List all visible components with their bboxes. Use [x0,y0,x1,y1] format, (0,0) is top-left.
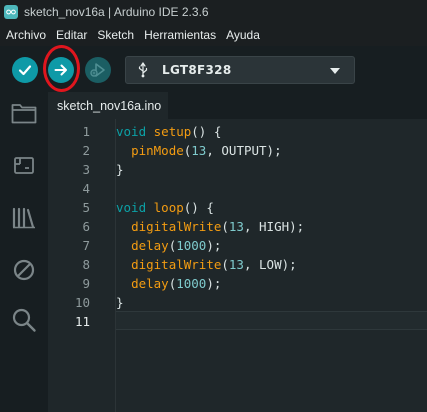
search-icon [12,308,36,332]
debug-panel-button[interactable] [8,254,40,286]
code-line: 4 [48,179,427,198]
board-name: LGT8F328 [162,63,232,77]
line-number: 5 [82,200,90,215]
code-text: } [116,295,124,310]
code-text: } [116,162,124,177]
code-text: digitalWrite(13, LOW); [116,257,297,272]
code-line: 11 [48,312,427,331]
code-token: ); [206,276,222,291]
code-token: 1000 [176,238,207,253]
code-line: 8 digitalWrite(13, LOW); [48,255,427,274]
code-token: } [116,162,124,177]
menu-editar[interactable]: Editar [51,28,92,42]
code-token: pinMode [131,143,184,158]
code-token: () { [191,124,222,139]
tab-sketch-file[interactable]: sketch_nov16a.ino [48,92,168,119]
tab-label: sketch_nov16a.ino [57,98,162,113]
board-manager-button[interactable] [8,149,40,181]
code-token: ); [206,238,222,253]
code-token: delay [131,238,169,253]
code-token: setup [153,124,192,139]
folder-icon [11,104,37,124]
code-token: digitalWrite [131,257,222,272]
sketchbook-button[interactable] [8,97,40,129]
code-token: () { [183,200,214,215]
line-number: 10 [74,295,90,310]
code-line: 1 void setup() { [48,122,427,141]
line-number: 4 [82,181,90,196]
window-title: sketch_nov16a | Arduino IDE 2.3.6 [24,5,209,19]
code-token: } [116,295,124,310]
chevron-down-icon [330,68,340,74]
code-text: delay(1000); [116,238,221,253]
title-bar: sketch_nov16a | Arduino IDE 2.3.6 [0,0,427,24]
menu-bar: Archivo Editar Sketch Herramientas Ayuda [0,24,427,46]
code-token: 1000 [176,276,207,291]
code-editor[interactable]: 1 void setup() {2 pinMode(13, OUTPUT); 3} 4… [48,119,427,412]
code-line: 9 delay(1000); [48,274,427,293]
check-icon [18,65,32,76]
line-number: 3 [82,162,90,177]
code-line: 2 pinMode(13, OUTPUT); [48,141,427,160]
library-manager-button[interactable] [8,202,40,234]
code-token: void [116,200,147,215]
library-icon [12,207,35,229]
code-text: digitalWrite(13, HIGH); [116,219,304,234]
code-token: digitalWrite [131,219,222,234]
upload-highlight-annotation [43,45,80,92]
line-number: 11 [74,314,90,329]
menu-herramientas[interactable]: Herramientas [139,28,221,42]
line-number: 7 [82,238,90,253]
code-token: , OUTPUT); [206,143,282,158]
code-text: pinMode(13, OUTPUT); [116,143,282,158]
line-number: 1 [82,124,90,139]
code-line: 6 digitalWrite(13, HIGH); [48,217,427,236]
debug-disabled-icon [13,259,35,281]
code-text: void loop() { [116,200,214,215]
code-token: delay [131,276,169,291]
code-token: 13 [191,143,207,158]
line-number: 6 [82,219,90,234]
usb-icon [138,62,148,78]
line-number: 2 [82,143,90,158]
code-token: loop [153,200,184,215]
code-text: delay(1000); [116,276,221,291]
code-line: 5 void loop() { [48,198,427,217]
board-selector[interactable]: LGT8F328 [125,56,355,84]
arduino-logo-icon [4,5,18,19]
menu-ayuda[interactable]: Ayuda [221,28,265,42]
code-token: void [116,124,147,139]
code-token: 13 [228,219,244,234]
menu-sketch[interactable]: Sketch [92,28,139,42]
menu-archivo[interactable]: Archivo [0,28,51,42]
debug-button[interactable] [85,57,111,83]
tab-bar: sketch_nov16a.ino [48,92,427,119]
debug-icon [90,63,105,77]
left-sidebar [0,92,48,412]
search-button[interactable] [8,304,40,336]
code-token: 13 [228,257,244,272]
code-text: void setup() { [116,124,221,139]
board-manager-icon [14,157,34,174]
code-token: ( [221,219,229,234]
line-number: 8 [82,257,90,272]
code-line: 3} [48,160,427,179]
code-token: , HIGH); [243,219,305,234]
line-number: 9 [82,276,90,291]
code-token: ( [221,257,229,272]
verify-button[interactable] [12,57,38,83]
code-line: 10} [48,293,427,312]
code-line: 7 delay(1000); [48,236,427,255]
code-token: , LOW); [243,257,297,272]
